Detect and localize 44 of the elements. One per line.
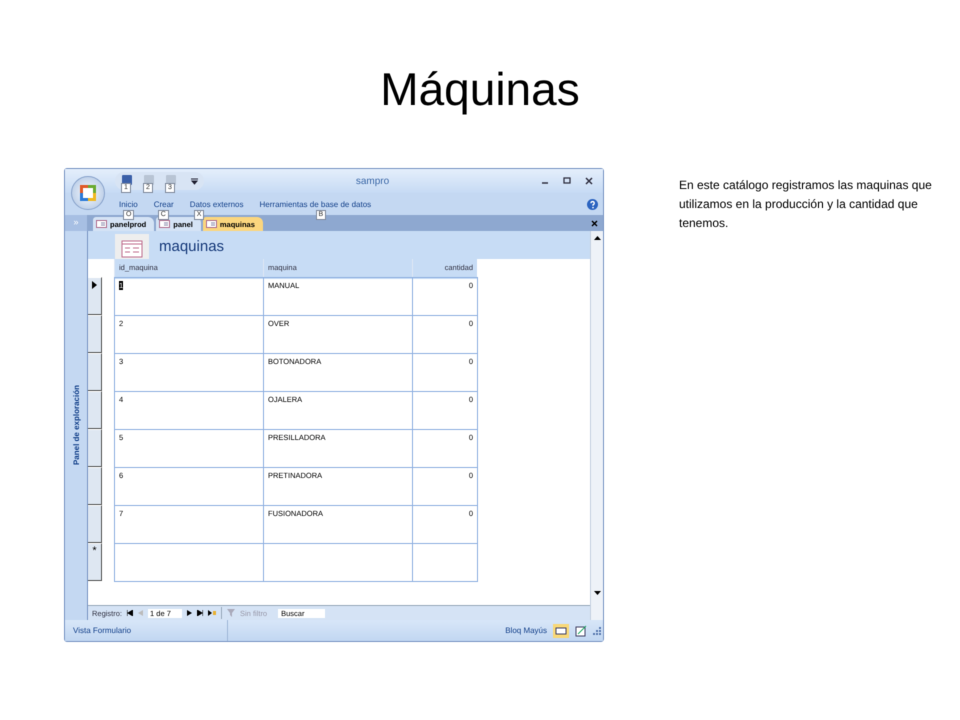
record-selector[interactable] — [88, 353, 102, 391]
close-icon[interactable] — [585, 177, 593, 185]
form-icon — [206, 220, 217, 228]
next-record-icon[interactable] — [187, 610, 192, 616]
ribbon-tab[interactable]: Herramientas de base de datos — [260, 200, 372, 208]
form-title: maquinas — [159, 238, 224, 254]
office-logo-icon — [80, 185, 96, 201]
field-cell[interactable] — [412, 543, 478, 582]
field-cell[interactable] — [114, 543, 264, 582]
office-button[interactable] — [71, 176, 105, 210]
maximize-icon[interactable] — [563, 177, 571, 185]
record-selector[interactable] — [88, 505, 102, 543]
record-selector[interactable] — [88, 315, 102, 353]
record-selector[interactable] — [88, 467, 102, 505]
scroll-down-icon[interactable] — [594, 591, 600, 596]
current-record-icon — [92, 281, 97, 289]
record-selector[interactable]: * — [88, 543, 102, 581]
last-record-icon[interactable] — [197, 610, 204, 616]
previous-record-icon — [138, 610, 144, 616]
record-selector[interactable] — [88, 391, 102, 429]
form-icon — [96, 220, 107, 228]
description-text: En este catálogo registramos las maquinas que utilizamos en la producción y la cantidad que tenemos. — [679, 177, 933, 232]
ribbon-tab[interactable]: Datos externos — [190, 200, 244, 208]
window-title: sampro — [354, 176, 390, 186]
scroll-up-icon[interactable] — [594, 235, 600, 240]
first-record-icon[interactable] — [127, 610, 134, 616]
close-icon[interactable] — [591, 220, 598, 226]
design-view-icon[interactable] — [575, 624, 587, 636]
dropdown-icon[interactable] — [191, 178, 198, 184]
ribbon-tab[interactable]: Crear — [154, 200, 174, 208]
filter-icon — [227, 609, 236, 617]
navigation-pane[interactable]: Panel de exploración — [65, 231, 88, 620]
scrollbar[interactable] — [590, 231, 603, 620]
resize-grip-icon — [593, 626, 601, 634]
record-selector[interactable] — [88, 429, 102, 467]
form-icon — [159, 220, 170, 228]
caps-lock-status: Bloq Mayús — [505, 626, 547, 635]
form-view-icon[interactable] — [553, 624, 569, 638]
ribbon-tab[interactable]: Inicio — [119, 200, 138, 208]
help-icon[interactable] — [587, 198, 598, 210]
record-selector[interactable] — [88, 277, 102, 315]
new-record-icon[interactable] — [208, 610, 216, 616]
slide-title: Máquinas — [379, 62, 581, 117]
view-status: Vista Formulario — [73, 626, 132, 635]
